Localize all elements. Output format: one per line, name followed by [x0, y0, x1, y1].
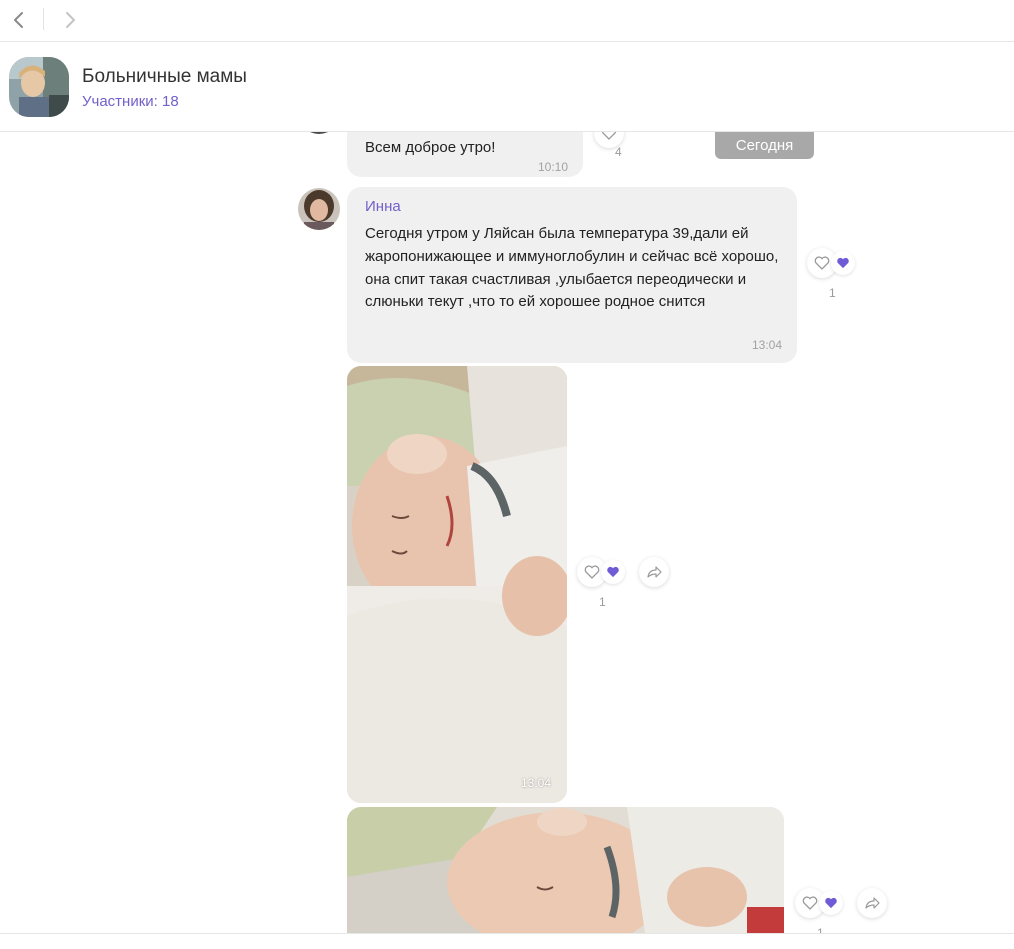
heart-outline-icon: [802, 896, 818, 910]
liked-reaction[interactable]: [601, 560, 625, 584]
chat-header: Больничные мамы Участники: 18: [0, 42, 1014, 132]
message-text: Всем доброе утро!: [365, 139, 496, 156]
photo-time: 13:04: [521, 776, 552, 790]
message-list[interactable]: Всем доброе утро! 10:10 4 Сегодня Инна С…: [0, 132, 1014, 933]
message-time: 10:10: [538, 160, 569, 174]
participants-count[interactable]: Участники: 18: [82, 93, 179, 110]
heart-outline-icon: [814, 256, 830, 270]
reaction-count: 1: [829, 286, 836, 300]
reactions[interactable]: [807, 248, 861, 278]
chat-title[interactable]: Больничные мамы: [82, 66, 247, 88]
liked-reaction[interactable]: [831, 251, 855, 275]
share-button[interactable]: [857, 888, 887, 918]
heart-filled-icon: [607, 566, 619, 578]
reaction-count: 1: [817, 926, 824, 933]
message-bubble[interactable]: Всем доброе утро! 10:10: [347, 132, 583, 177]
share-button[interactable]: [639, 557, 669, 587]
reaction-count: 4: [615, 145, 622, 159]
top-nav-bar: [0, 0, 1014, 42]
group-avatar[interactable]: [9, 57, 69, 117]
sender-name[interactable]: Инна: [365, 198, 401, 215]
back-button[interactable]: [5, 6, 33, 34]
message-text: Сегодня утром у Ляйсан была температура …: [365, 225, 779, 311]
photo-image: [347, 366, 567, 803]
message-time: 13:04: [752, 338, 783, 352]
liked-reaction[interactable]: [819, 891, 843, 915]
message-bubble[interactable]: Инна Сегодня утром у Ляйсан была темпера…: [347, 187, 797, 363]
chevron-right-icon: [66, 12, 75, 28]
forward-button[interactable]: [56, 6, 84, 34]
sender-avatar[interactable]: [298, 132, 340, 134]
photo-message[interactable]: [347, 807, 784, 933]
heart-outline-icon: [601, 132, 617, 140]
heart-outline-icon: [584, 565, 600, 579]
photo-message[interactable]: 13:04: [347, 366, 567, 803]
chevron-left-icon: [14, 12, 23, 28]
bottom-divider: [0, 933, 1014, 934]
share-icon: [865, 897, 880, 909]
heart-filled-icon: [837, 257, 849, 269]
reactions[interactable]: [577, 557, 631, 587]
sender-avatar[interactable]: [298, 188, 340, 230]
share-icon: [647, 566, 662, 578]
date-divider: Сегодня: [715, 132, 814, 159]
reaction-count: 1: [599, 595, 606, 609]
reactions[interactable]: [795, 888, 849, 918]
heart-filled-icon: [825, 897, 837, 909]
nav-divider: [43, 8, 44, 30]
photo-image: [347, 807, 784, 933]
